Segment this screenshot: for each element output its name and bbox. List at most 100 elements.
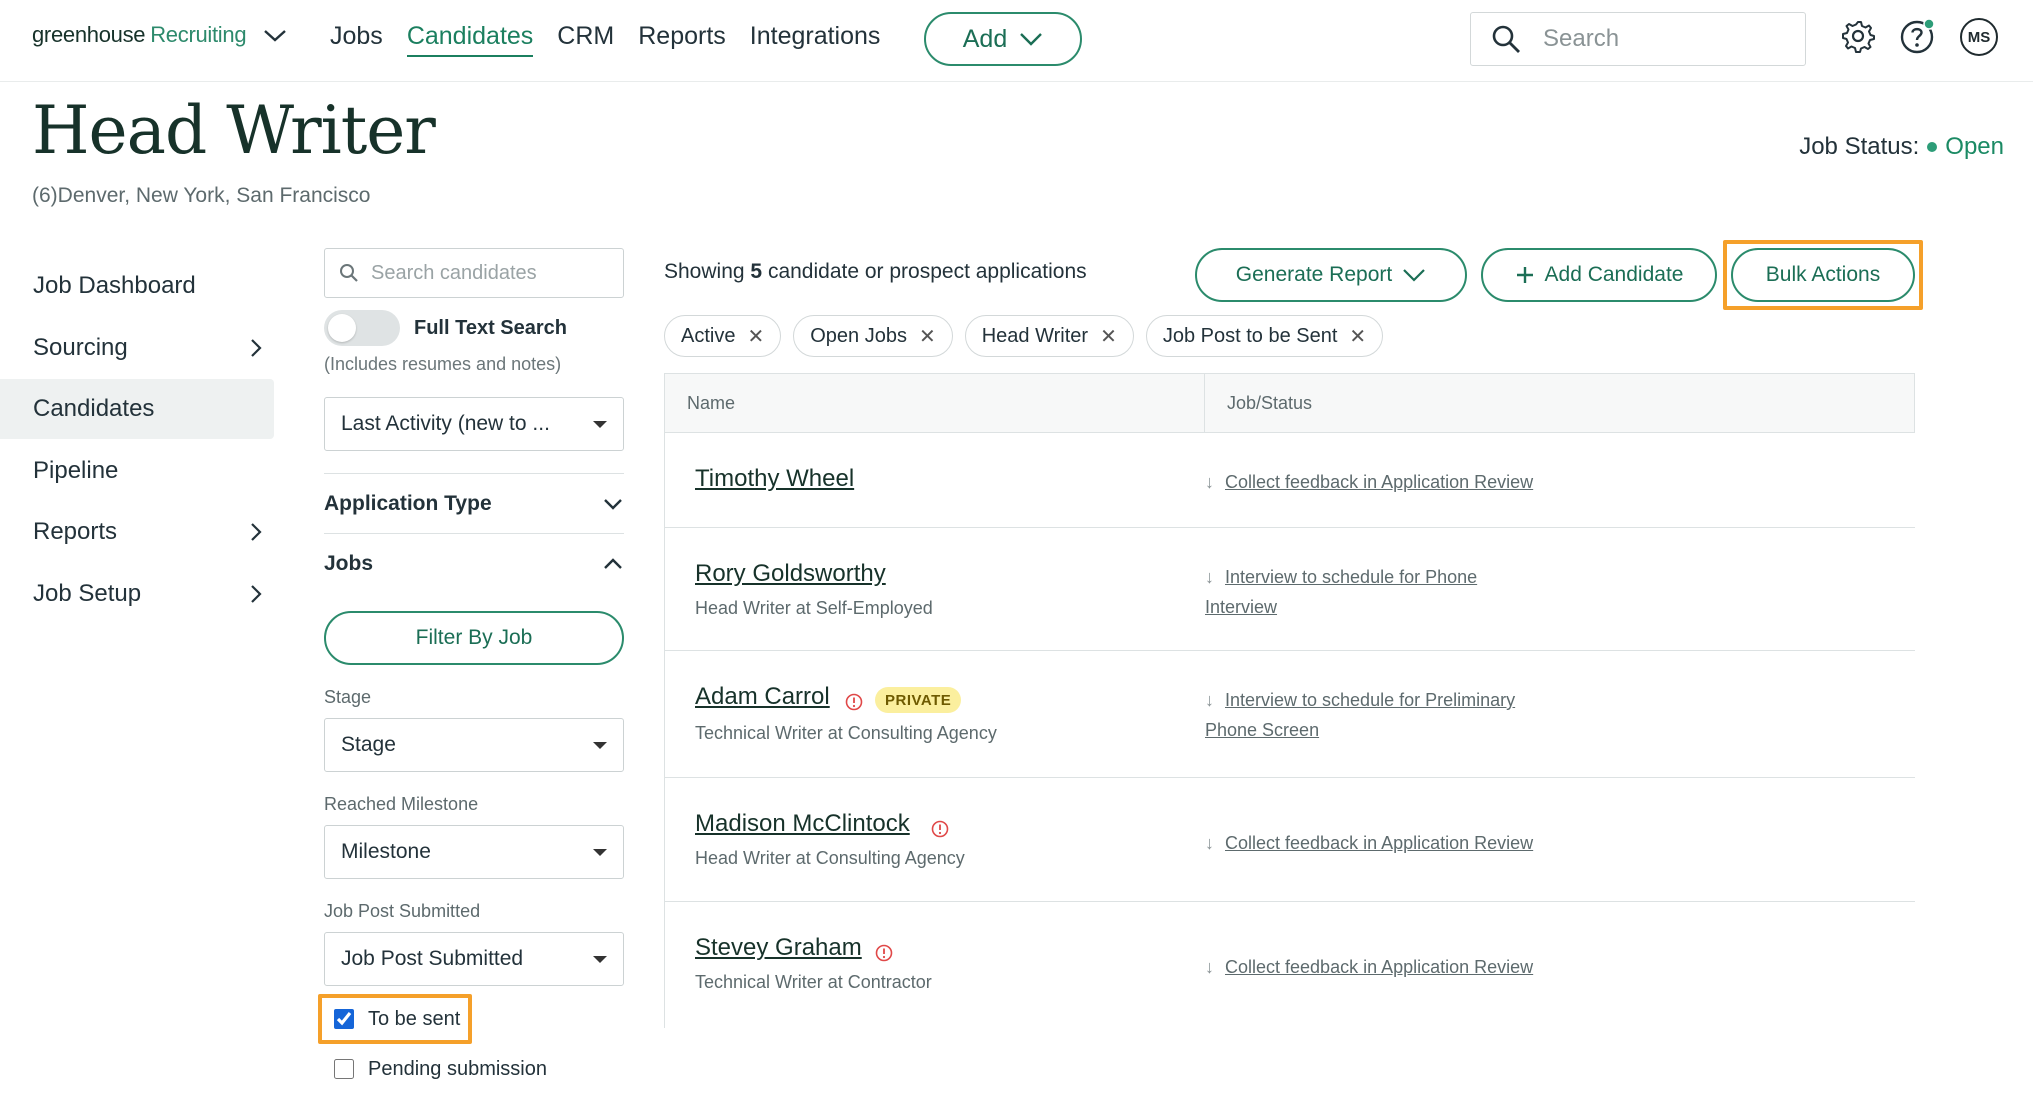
generate-report-label: Generate Report [1235,263,1393,286]
showing-count: 5 [750,260,763,283]
settings-button[interactable] [1838,16,1878,56]
arrow-down-icon: ↓ [1205,957,1214,977]
status-link[interactable]: Collect feedback in Application Review [1225,957,1533,977]
job-post-select[interactable]: Job Post Submitted [324,932,624,986]
filter-by-job-button[interactable]: Filter By Job [324,611,624,665]
add-button[interactable]: Add [924,12,1082,66]
global-search-input[interactable] [1543,25,1783,53]
pending-submission-checkbox[interactable] [334,1059,354,1079]
chip-label: Head Writer [981,324,1089,347]
results-count: Showing 5 candidate or prospect applicat… [664,260,1087,284]
help-button[interactable] [1898,16,1938,56]
sort-select[interactable]: Last Activity (new to ... [324,397,624,451]
candidate-search-input[interactable] [371,261,611,285]
alert-icon [875,944,893,962]
candidate-name-link[interactable]: Rory Goldsworthy [695,560,886,588]
active-filter-chips: Active ✕ Open Jobs ✕ Head Writer ✕ Job P… [664,315,1384,357]
sidebar-item-sourcing[interactable]: Sourcing [0,318,274,378]
table-row: Timothy Wheel ↓ Collect feedback in Appli… [665,433,1915,528]
nav-crm[interactable]: CRM [557,22,614,57]
stage-select[interactable]: Stage [324,718,624,772]
logo-primary: greenhouse [32,22,146,47]
candidate-title: Head Writer at Self-Employed [695,598,933,618]
filter-panel: Full Text Search (Includes resumes and n… [318,248,624,1094]
nav-reports[interactable]: Reports [638,22,726,57]
close-icon[interactable]: ✕ [919,324,936,349]
nav-candidates[interactable]: Candidates [406,22,534,57]
nav-jobs[interactable]: Jobs [330,22,383,57]
sidebar-item-label: Sourcing [33,333,128,361]
filter-chip-open-jobs: Open Jobs ✕ [793,315,953,357]
showing-suffix: candidate or prospect applications [767,260,1087,283]
close-icon[interactable]: ✕ [1100,324,1117,349]
nav-integrations[interactable]: Integrations [750,22,881,57]
candidate-name-link[interactable]: Adam Carrol [695,683,830,711]
arrow-down-icon: ↓ [1205,472,1214,492]
status-link[interactable]: Interview to schedule for Phone Intervie… [1205,567,1477,617]
arrow-down-icon: ↓ [1205,833,1214,853]
status-link[interactable]: Collect feedback in Application Review [1225,833,1533,853]
job-post-label: Job Post Submitted [324,901,481,921]
sidebar-item-label: Pipeline [33,456,119,484]
user-avatar[interactable]: MS [1960,18,1998,56]
candidate-name-link[interactable]: Timothy Wheel [695,465,854,493]
close-icon[interactable]: ✕ [1349,324,1366,349]
candidate-search[interactable] [324,248,624,298]
page-title: Head Writer [32,92,436,169]
column-header-name[interactable]: Name [665,374,1205,432]
status-link[interactable]: Collect feedback in Application Review [1225,472,1533,492]
bulk-actions-button[interactable]: Bulk Actions [1731,248,1915,302]
to-be-sent-option[interactable]: To be sent [318,994,472,1044]
alert-icon [931,820,949,838]
pending-submission-option[interactable]: Pending submission [318,1044,624,1094]
sidebar-item-candidates[interactable]: Candidates [0,379,274,439]
job-status: Job Status: Open [1799,133,2004,161]
global-search[interactable] [1470,12,1806,66]
close-icon[interactable]: ✕ [747,324,764,349]
private-badge: PRIVATE [875,687,962,713]
job-status-label: Job Status: [1799,133,1920,160]
sidebar-item-job-dashboard[interactable]: Job Dashboard [0,256,274,316]
add-candidate-label: Add Candidate [1544,263,1684,286]
top-nav: greenhouse Recruiting Jobs Candidates CR… [0,0,2033,82]
column-header-job-status[interactable]: Job/Status [1205,374,1312,432]
candidate-name-link[interactable]: Madison McClintock [695,810,910,838]
filter-chip-active: Active ✕ [664,315,782,357]
candidate-status: ↓ Collect feedback in Application Review [1205,467,1535,497]
candidate-status: ↓ Collect feedback in Application Review [1205,828,1535,858]
job-status-value[interactable]: Open [1945,133,2004,161]
table-row: Adam Carrol PRIVATE Technical Writer at … [665,651,1915,778]
full-text-search-toggle[interactable] [324,310,400,346]
generate-report-button[interactable]: Generate Report [1195,248,1467,302]
candidate-name-link[interactable]: Stevey Graham [695,934,862,962]
sidebar-item-job-setup[interactable]: Job Setup [0,564,274,624]
candidate-status: ↓ Interview to schedule for Preliminary P… [1205,685,1535,745]
job-locations: (6)Denver, New York, San Francisco [32,184,371,207]
jobs-section[interactable]: Jobs [324,533,624,593]
sort-select-value: Last Activity (new to ... [341,412,550,435]
table-header: Name Job/Status [665,373,1915,433]
search-icon [1492,25,1520,53]
stage-select-value: Stage [341,733,396,756]
status-dot [1927,142,1938,152]
job-post-select-value: Job Post Submitted [341,947,524,970]
add-button-label: Add [962,24,1008,53]
app-logo[interactable]: greenhouse Recruiting [32,22,288,48]
milestone-select[interactable]: Milestone [324,825,624,879]
to-be-sent-checkbox[interactable] [334,1009,354,1029]
job-sidebar: Job Dashboard Sourcing Candidates Pipeli… [0,256,274,625]
filter-chip-head-writer: Head Writer ✕ [964,315,1134,357]
alert-icon [845,693,863,711]
toggle-knob [328,314,356,342]
sidebar-item-pipeline[interactable]: Pipeline [0,441,274,501]
chip-label: Active [681,324,736,347]
sidebar-item-label: Job Dashboard [33,272,196,299]
candidates-table: Name Job/Status Timothy Wheel ↓ Collect f… [664,373,1915,1028]
application-type-section[interactable]: Application Type [324,473,624,533]
add-candidate-button[interactable]: Add Candidate [1481,248,1717,302]
sidebar-item-reports[interactable]: Reports [0,502,274,562]
main-nav: Jobs Candidates CRM Reports Integrations [330,22,880,57]
candidate-title: Technical Writer at Contractor [695,972,932,992]
status-link[interactable]: Interview to schedule for Preliminary Ph… [1205,690,1515,740]
chevron-down-icon[interactable] [262,25,288,45]
